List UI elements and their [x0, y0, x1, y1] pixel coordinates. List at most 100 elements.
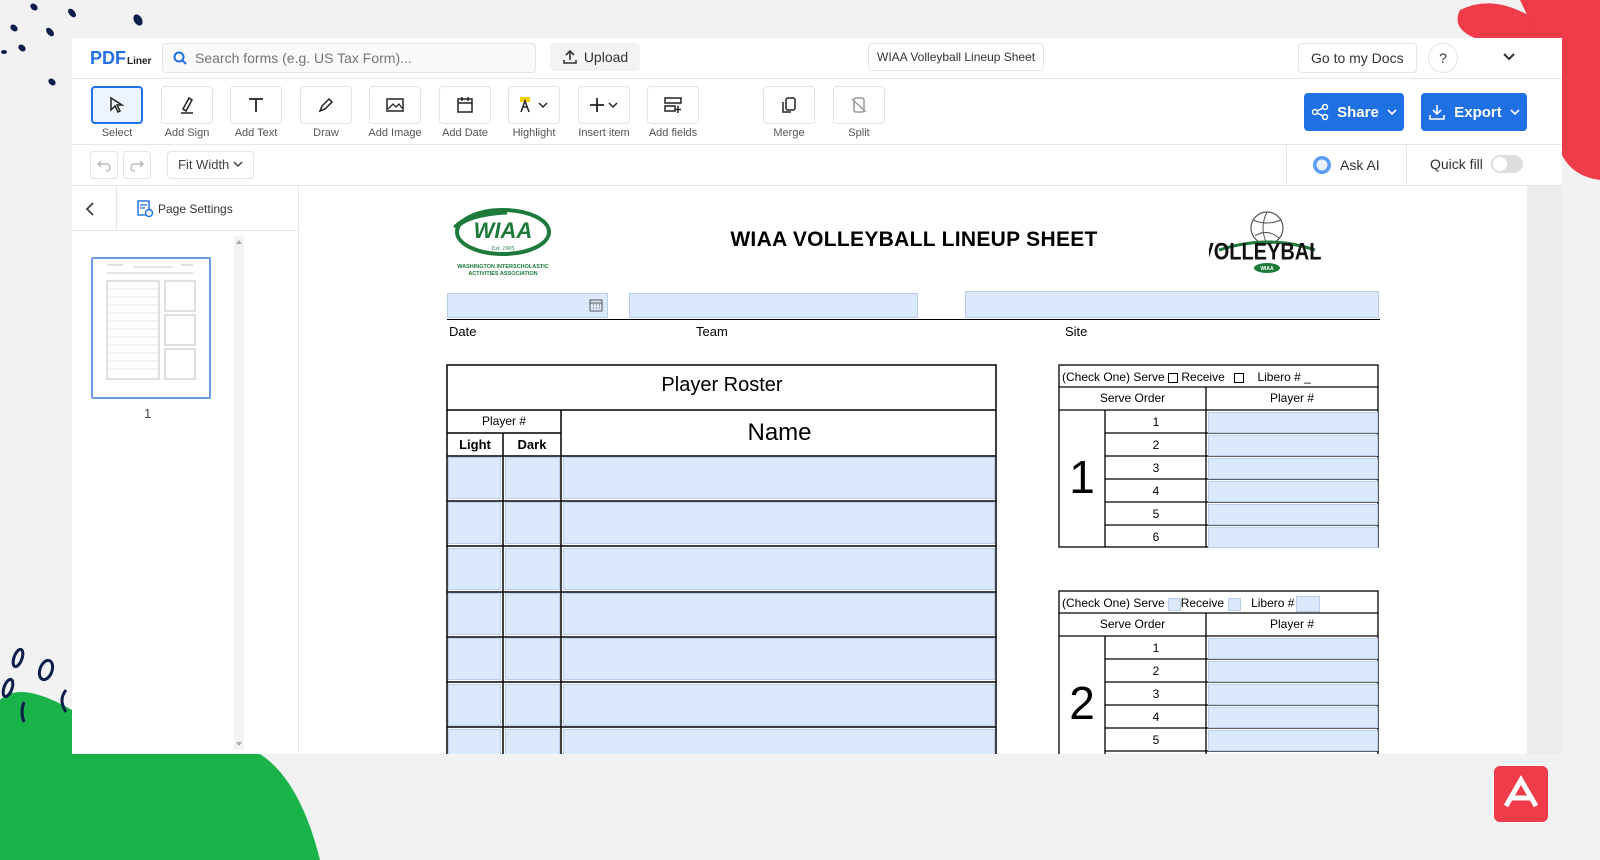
add-text-tool[interactable]: Add Text [226, 86, 286, 139]
logo-sub: Liner [127, 56, 152, 67]
dark-player-field[interactable] [505, 638, 560, 681]
page-thumbnail[interactable] [91, 257, 211, 399]
team-field[interactable] [629, 293, 918, 318]
help-button[interactable]: ? [1428, 43, 1458, 73]
redo-button[interactable] [123, 151, 151, 179]
scroll-down-icon [236, 742, 242, 746]
lineup-player-field[interactable] [1208, 638, 1378, 659]
pdf-page: WIAA Est. 1905 WASHINGTON INTERSCHOLASTI… [299, 186, 1527, 754]
lineup-player-field[interactable] [1208, 684, 1378, 705]
quick-fill-control: Quick fill [1430, 155, 1523, 173]
chevron-left-icon[interactable] [84, 202, 96, 216]
player-name-field[interactable] [563, 457, 995, 499]
thumbnail-preview [106, 264, 196, 380]
receive-label: Receive [1181, 370, 1225, 384]
light-player-field[interactable] [448, 683, 501, 726]
chevron-down-icon[interactable] [1502, 50, 1516, 64]
lineup-player-field[interactable] [1208, 707, 1378, 728]
quick-fill-label: Quick fill [1430, 156, 1483, 172]
page-settings-button[interactable]: Page Settings [136, 200, 233, 218]
search-box[interactable] [162, 43, 536, 73]
player-number-header: Player # [1269, 391, 1315, 405]
document-viewport[interactable]: WIAA Est. 1905 WASHINGTON INTERSCHOLASTI… [299, 186, 1562, 754]
pdfliner-logo[interactable]: PDFLiner [90, 48, 151, 69]
player-name-field[interactable] [563, 683, 995, 726]
libero-label: Libero # _ [1257, 370, 1311, 384]
site-field[interactable] [965, 291, 1379, 318]
divider [1286, 145, 1287, 185]
chevron-down-icon [1387, 109, 1397, 116]
page-settings-label: Page Settings [158, 202, 233, 216]
export-label: Export [1454, 103, 1502, 121]
lineup-player-field[interactable] [1208, 504, 1378, 525]
light-player-field[interactable] [448, 592, 501, 635]
dark-player-field[interactable] [505, 502, 560, 545]
receive-checkbox[interactable] [1228, 597, 1242, 611]
upload-button[interactable]: Upload [550, 43, 640, 71]
light-player-field[interactable] [448, 638, 501, 681]
light-player-field[interactable] [448, 502, 501, 545]
share-icon [1311, 103, 1329, 121]
fields-icon [664, 97, 682, 113]
receive-checkbox[interactable] [1234, 372, 1245, 383]
highlight-tool[interactable]: Highlight [504, 86, 564, 139]
chevron-down-icon [1510, 109, 1520, 116]
add-image-tool[interactable]: Add Image [365, 86, 425, 139]
serve-order-number: 3 [1152, 687, 1160, 701]
draw-tool[interactable]: Draw [296, 86, 356, 139]
document-title[interactable]: WIAA Volleyball Lineup Sheet [868, 43, 1045, 71]
player-name-field[interactable] [563, 728, 995, 754]
libero-field[interactable] [1296, 596, 1321, 612]
lineup-player-field[interactable] [1208, 730, 1378, 751]
site-label: Site [1065, 324, 1088, 339]
scroll-up-icon [236, 240, 242, 244]
highlighter-icon [520, 97, 548, 113]
lineup-player-field[interactable] [1208, 458, 1378, 479]
select-tool[interactable]: Select [87, 86, 147, 139]
dark-player-field[interactable] [505, 728, 560, 754]
calendar-icon [589, 299, 603, 312]
date-field[interactable] [447, 293, 608, 318]
add-date-tool[interactable]: Add Date [435, 86, 495, 139]
share-button[interactable]: Share [1304, 93, 1404, 131]
ask-ai-button[interactable]: Ask AI [1312, 155, 1380, 175]
search-input[interactable] [193, 48, 527, 68]
dark-player-field[interactable] [505, 457, 560, 499]
player-name-field[interactable] [563, 547, 995, 590]
player-name-field[interactable] [563, 638, 995, 681]
insert-item-tool[interactable]: Insert item [574, 86, 634, 139]
quick-fill-toggle[interactable] [1490, 155, 1523, 173]
lineup-player-field[interactable] [1208, 412, 1378, 433]
undo-button[interactable] [90, 151, 118, 179]
player-name-field[interactable] [563, 592, 995, 635]
lineup2-check-one: (Check One) Serve Receive Libero # [1062, 596, 1321, 612]
light-player-field[interactable] [448, 547, 501, 590]
dark-player-field[interactable] [505, 592, 560, 635]
volleyball-logo: VOLLEYBALL WIAA [1209, 211, 1321, 273]
player-number-header: Player # [481, 414, 527, 428]
draw-pen-icon [318, 97, 334, 113]
player-name-field[interactable] [563, 502, 995, 545]
lineup-player-field[interactable] [1208, 435, 1378, 456]
light-player-field[interactable] [448, 457, 501, 499]
light-player-field[interactable] [448, 728, 501, 754]
add-fields-tool[interactable]: Add fields [643, 86, 703, 139]
export-button[interactable]: Export [1421, 93, 1527, 131]
serve-checkbox[interactable] [1168, 372, 1179, 383]
go-to-docs-button[interactable]: Go to my Docs [1298, 43, 1417, 73]
serve-order-header: Serve Order [1099, 391, 1166, 405]
serve-order-number: 1 [1152, 415, 1160, 429]
lineup-player-field[interactable] [1208, 527, 1378, 548]
lineup-player-field[interactable] [1208, 661, 1378, 682]
add-sign-tool[interactable]: Add Sign [157, 86, 217, 139]
merge-tool[interactable]: Merge [759, 86, 819, 139]
thumbnail-scrollbar[interactable] [234, 236, 244, 750]
split-tool[interactable]: Split [829, 86, 889, 139]
dark-player-field[interactable] [505, 547, 560, 590]
serve-order-number: 2 [1152, 664, 1160, 678]
lineup-player-field[interactable] [1208, 481, 1378, 502]
serve-checkbox[interactable] [1167, 597, 1181, 611]
plus-icon [590, 98, 618, 112]
zoom-select[interactable]: Fit Width [167, 151, 254, 179]
dark-player-field[interactable] [505, 683, 560, 726]
